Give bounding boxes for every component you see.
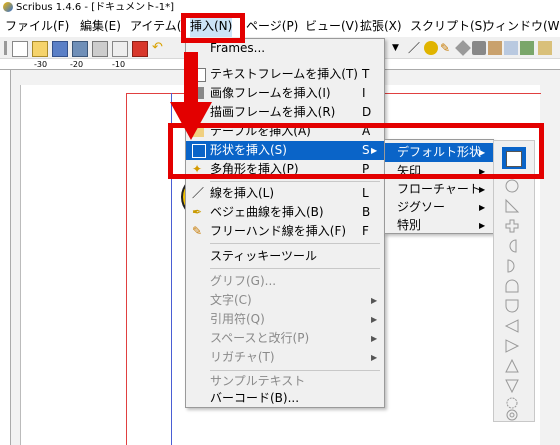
annotation-highlight-insert-menu xyxy=(181,13,245,43)
preflight-icon[interactable] xyxy=(112,41,128,57)
menu-item-insert-line[interactable]: ／ 線を挿入(L) L xyxy=(186,184,384,203)
save-icon[interactable] xyxy=(52,41,68,57)
pencil-icon: ✎ xyxy=(192,224,203,238)
menu-bar: ファイル(F) 編集(E) アイテム( 挿入(N) ページ(P) ビュー(V) … xyxy=(0,15,560,37)
menu-edit[interactable]: 編集(E) xyxy=(80,15,121,37)
menu-item-character: 文字(C) ▶ xyxy=(186,291,384,310)
submenu-arrow-icon: ▶ xyxy=(479,203,486,212)
menu-file[interactable]: ファイル(F) xyxy=(5,15,69,37)
window-title: Scribus 1.4.6 - [ドキュメント-1*] xyxy=(16,2,174,13)
menu-separator xyxy=(210,181,380,182)
default-shapes-palette xyxy=(493,140,535,422)
menu-separator xyxy=(210,243,380,244)
dropdown-arrow-icon[interactable]: ▼ xyxy=(392,41,402,55)
ruler-label: -10 xyxy=(112,60,126,69)
scribus-logo-icon xyxy=(3,2,13,12)
export-pdf-icon[interactable] xyxy=(132,41,148,57)
toolbar-grip xyxy=(4,41,7,55)
submenu-arrow-icon: ▶ xyxy=(479,185,486,194)
eyedropper-icon[interactable] xyxy=(538,41,552,55)
half-circle-right-shape-icon[interactable] xyxy=(504,258,520,274)
menu-script[interactable]: スクリプト(S) xyxy=(410,15,487,37)
menu-page[interactable]: ページ(P) xyxy=(246,15,298,37)
menu-item-barcode[interactable]: バーコード(B)... xyxy=(186,389,384,408)
annotation-arrow-icon xyxy=(170,52,212,140)
menu-separator xyxy=(210,370,380,371)
menu-item-ligature: リガチャ(T) ▶ xyxy=(186,348,384,367)
arch-shape-icon[interactable] xyxy=(504,278,520,294)
triangle-up-shape-icon[interactable] xyxy=(504,358,520,374)
triangle-right-shape-icon[interactable] xyxy=(504,338,520,354)
menu-extras[interactable]: 拡張(X) xyxy=(360,15,402,37)
new-document-icon[interactable] xyxy=(12,41,28,57)
freehand-tool-icon[interactable]: ✎ xyxy=(440,41,454,55)
menu-view[interactable]: ビュー(V) xyxy=(305,15,359,37)
cross-shape-icon[interactable] xyxy=(504,218,520,234)
half-circle-left-shape-icon[interactable] xyxy=(504,238,520,254)
menu-item-spaces-breaks: スペースと改行(P) ▶ xyxy=(186,329,384,348)
link-frames-icon[interactable] xyxy=(504,41,518,55)
submenu-arrow-icon: ▶ xyxy=(371,353,378,362)
print-icon[interactable] xyxy=(92,41,108,57)
u-shape-icon[interactable] xyxy=(504,298,520,314)
menu-item[interactable]: アイテム( xyxy=(130,15,181,37)
title-bar: Scribus 1.4.6 - [ドキュメント-1*] xyxy=(0,0,560,15)
menu-separator xyxy=(210,268,380,269)
line-icon: ／ xyxy=(192,186,205,200)
undo-icon[interactable]: ↶ xyxy=(152,41,172,55)
menu-item-quote: 引用符(Q) ▶ xyxy=(186,310,384,329)
right-triangle-shape-icon[interactable] xyxy=(504,198,520,214)
submenu-specials[interactable]: 特別 ▶ xyxy=(385,216,493,235)
menu-item-sticky-tools[interactable]: スティッキーツール xyxy=(186,247,384,266)
zoom-tool-icon[interactable] xyxy=(472,41,486,55)
submenu-flowchart[interactable]: フローチャート ▶ xyxy=(385,180,493,199)
vertical-ruler xyxy=(0,70,11,445)
menu-item-insert-freehand[interactable]: ✎ フリーハンド線を挿入(F) F xyxy=(186,222,384,241)
save-as-icon[interactable] xyxy=(72,41,88,57)
rotate-tool-icon[interactable] xyxy=(455,40,471,56)
circle-shape-icon[interactable] xyxy=(504,178,520,194)
line-tool-icon[interactable]: ／ xyxy=(408,41,422,55)
submenu-arrow-icon: ▶ xyxy=(479,221,486,230)
submenu-arrow-icon: ▶ xyxy=(371,315,378,324)
open-folder-icon[interactable] xyxy=(32,41,48,57)
triangle-down-shape-icon[interactable] xyxy=(504,378,520,394)
submenu-jigsaw[interactable]: ジグソー ▶ xyxy=(385,198,493,217)
triangle-left-shape-icon[interactable] xyxy=(504,318,520,334)
bezier-icon: ✒ xyxy=(192,205,203,219)
menu-windows[interactable]: ウィンドウ(W) xyxy=(483,15,560,37)
menu-item-glyph: グリフ(G)... xyxy=(210,274,277,288)
edit-content-icon[interactable] xyxy=(488,41,502,55)
submenu-arrow-icon: ▶ xyxy=(371,296,378,305)
unlink-frames-icon[interactable] xyxy=(520,41,534,55)
ring-shape-icon[interactable] xyxy=(504,409,520,421)
ruler-label: -20 xyxy=(70,60,84,69)
ruler-label: -30 xyxy=(34,60,48,69)
submenu-arrow-icon: ▶ xyxy=(371,334,378,343)
page-margin-left xyxy=(126,93,127,445)
menu-item-insert-bezier[interactable]: ✒ ベジェ曲線を挿入(B) B xyxy=(186,203,384,222)
bezier-tool-icon[interactable] xyxy=(424,41,438,55)
annotation-highlight-shape-item xyxy=(168,123,544,179)
